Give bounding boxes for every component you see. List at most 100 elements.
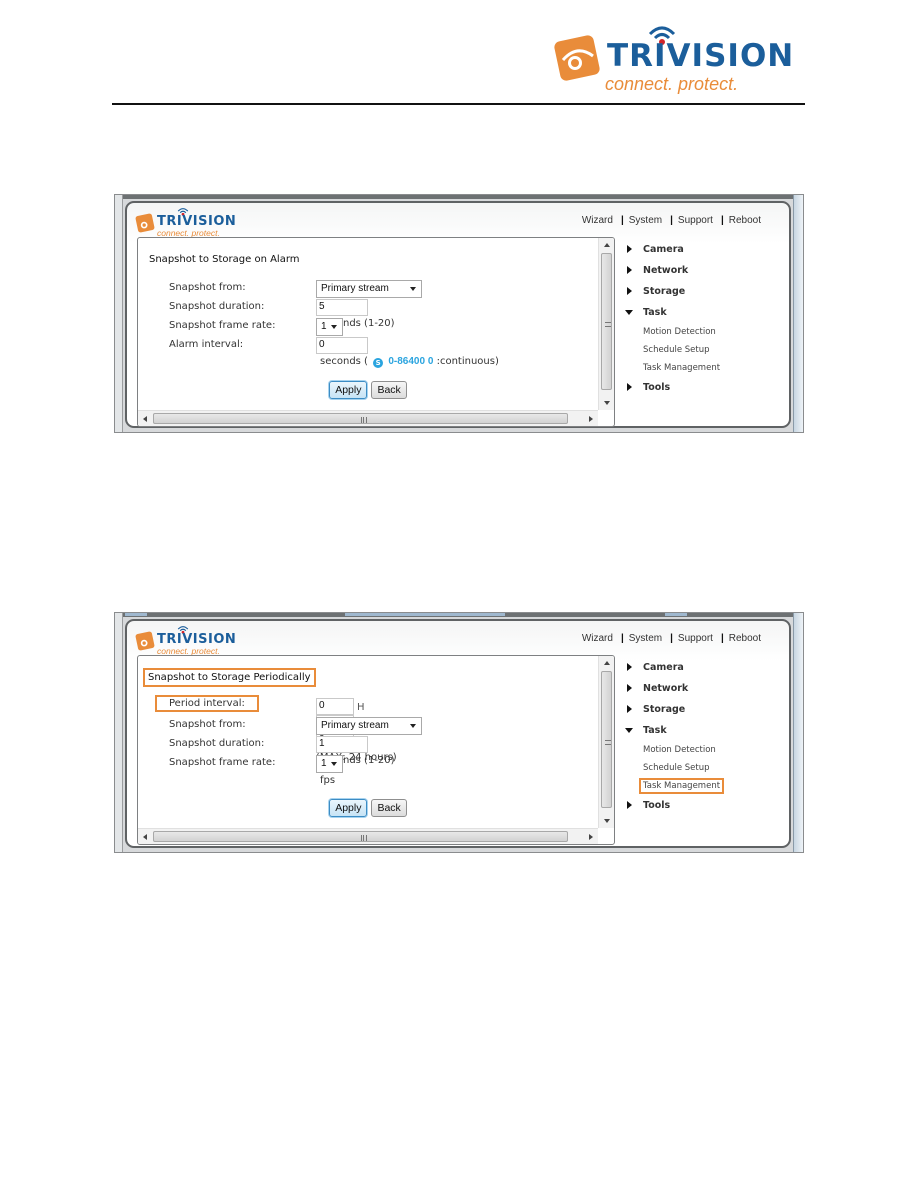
skype-icon[interactable]: S — [373, 358, 384, 368]
scroll-left-icon[interactable] — [143, 416, 147, 422]
menu-storage[interactable]: Storage — [623, 701, 793, 722]
field-label: Period interval: — [155, 695, 259, 712]
frame-rate-select[interactable]: 1 — [316, 318, 343, 336]
menu-camera[interactable]: Camera — [623, 241, 793, 262]
chevron-down-icon — [331, 762, 337, 766]
scroll-right-icon[interactable] — [589, 416, 593, 422]
apply-button[interactable]: Apply — [329, 381, 368, 399]
menu-network[interactable]: Network — [623, 680, 793, 701]
nav-support[interactable]: Support — [678, 633, 713, 644]
field-label: Snapshot frame rate: — [169, 757, 276, 768]
horizontal-scrollbar[interactable] — [138, 828, 598, 844]
scroll-down-icon[interactable] — [604, 401, 610, 405]
scroll-up-icon[interactable] — [604, 243, 610, 247]
web-app-frame: TRIVISION connect. protect. Wizard | Syste… — [125, 619, 791, 848]
menu-label: Network — [643, 265, 689, 276]
vertical-scrollbar[interactable] — [598, 238, 614, 410]
page-logo: TRIVISION connect. protect. — [553, 24, 793, 94]
caret-right-icon — [627, 684, 632, 692]
alarm-interval-input[interactable]: 0 — [316, 337, 368, 354]
menu-task[interactable]: Task — [623, 722, 793, 743]
select-value: Primary stream — [321, 720, 389, 731]
top-nav: Wizard | System | Support | Reboot — [582, 215, 761, 226]
menu-tools[interactable]: Tools — [623, 797, 793, 818]
scroll-thumb[interactable] — [153, 413, 568, 424]
horizontal-scrollbar[interactable] — [138, 410, 598, 426]
back-button[interactable]: Back — [371, 381, 407, 399]
submenu-label: Schedule Setup — [643, 345, 710, 355]
nav-system[interactable]: System — [629, 215, 662, 226]
vertical-scrollbar[interactable] — [598, 656, 614, 828]
menu-network[interactable]: Network — [623, 262, 793, 283]
scroll-up-icon[interactable] — [604, 661, 610, 665]
nav-system[interactable]: System — [629, 633, 662, 644]
field-label: Snapshot from: — [169, 719, 246, 730]
field-suffix: seconds ( S 0-86400 0 :continuous) — [320, 354, 499, 368]
apply-button[interactable]: Apply — [329, 799, 368, 817]
field-suffix: fps — [320, 775, 336, 786]
button-bar: Apply Back — [138, 798, 598, 817]
menu-camera[interactable]: Camera — [623, 659, 793, 680]
select-value: 1 — [321, 758, 327, 769]
nav-support[interactable]: Support — [678, 215, 713, 226]
menu-label: Storage — [643, 286, 686, 297]
menu-storage[interactable]: Storage — [623, 283, 793, 304]
field-label: Snapshot from: — [169, 282, 246, 293]
submenu-task-management[interactable]: Task Management — [623, 778, 793, 797]
menu-label: Task — [643, 307, 667, 318]
menu-label: Storage — [643, 704, 686, 715]
scroll-thumb[interactable] — [601, 253, 612, 390]
snapshot-duration-input[interactable]: 5 — [316, 299, 368, 316]
window-tab-mark — [665, 613, 687, 616]
snapshot-duration-input[interactable]: 1 — [316, 736, 368, 753]
chevron-down-icon — [410, 287, 416, 291]
submenu-task-management[interactable]: Task Management — [623, 361, 793, 379]
nav-reboot[interactable]: Reboot — [729, 633, 761, 644]
snapshot-from-select[interactable]: Primary stream — [316, 717, 422, 735]
back-button[interactable]: Back — [371, 799, 407, 817]
caret-down-icon — [625, 310, 633, 315]
nav-wizard[interactable]: Wizard — [582, 633, 613, 644]
field-label: Snapshot frame rate: — [169, 320, 276, 331]
period-hours-input[interactable]: 0 — [316, 698, 354, 715]
field-label: Alarm interval: — [169, 339, 244, 350]
menu-label: Network — [643, 683, 689, 694]
scroll-thumb[interactable] — [153, 831, 568, 842]
caret-right-icon — [627, 663, 632, 671]
nav-separator: | — [670, 215, 673, 226]
submenu-label: Task Management — [643, 363, 721, 373]
window-left-edge — [115, 195, 123, 432]
window-tab-mark — [125, 613, 147, 616]
side-menu: Camera Network Storage Task Motion Detec… — [623, 241, 793, 400]
menu-label: Tools — [643, 800, 671, 811]
nav-separator: | — [720, 215, 724, 226]
scroll-thumb[interactable] — [601, 671, 612, 808]
submenu-motion-detection[interactable]: Motion Detection — [623, 325, 793, 343]
scroll-left-icon[interactable] — [143, 834, 147, 840]
skype-phone-link[interactable]: 0-86400 0 — [388, 356, 433, 367]
button-bar: Apply Back — [138, 380, 598, 399]
suffix-text: seconds ( — [320, 356, 368, 367]
caret-right-icon — [627, 801, 632, 809]
app-logo: TRIVISION connect. protect. — [135, 625, 245, 656]
nav-reboot[interactable]: Reboot — [729, 215, 761, 226]
window-right-edge — [793, 613, 803, 852]
frame-rate-select[interactable]: 1 — [316, 755, 343, 773]
select-value: Primary stream — [321, 283, 389, 294]
top-nav: Wizard | System | Support | Reboot — [582, 633, 761, 644]
submenu-motion-detection[interactable]: Motion Detection — [623, 743, 793, 761]
caret-right-icon — [627, 266, 632, 274]
submenu-schedule-setup[interactable]: Schedule Setup — [623, 761, 793, 779]
snapshot-from-select[interactable]: Primary stream — [316, 280, 422, 298]
screenshot-alarm: TRIVISION connect. protect. Wizard | Syste… — [114, 194, 804, 433]
menu-task[interactable]: Task — [623, 304, 793, 325]
submenu-schedule-setup[interactable]: Schedule Setup — [623, 343, 793, 361]
field-label: Snapshot duration: — [169, 301, 265, 312]
eye-badge-icon — [135, 631, 155, 651]
scroll-down-icon[interactable] — [604, 819, 610, 823]
scroll-right-icon[interactable] — [589, 834, 593, 840]
nav-separator: | — [620, 633, 624, 644]
menu-tools[interactable]: Tools — [623, 379, 793, 400]
nav-wizard[interactable]: Wizard — [582, 215, 613, 226]
screenshot-periodic: TRIVISION connect. protect. Wizard | Syste… — [114, 612, 804, 853]
